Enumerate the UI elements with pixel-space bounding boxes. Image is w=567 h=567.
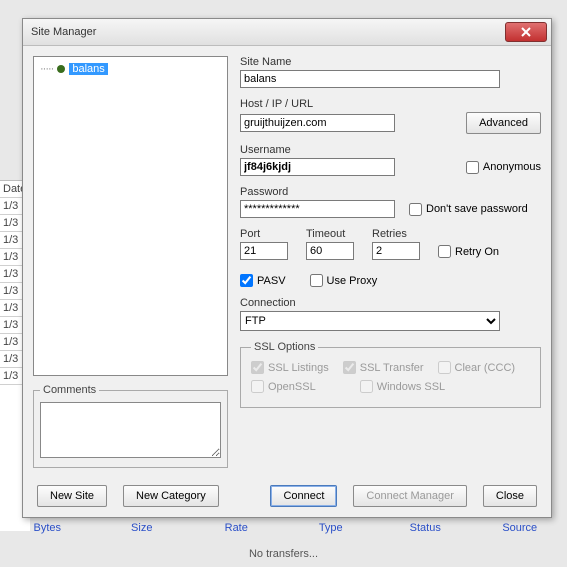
pasv-checkbox[interactable]: PASV [240,274,286,287]
retries-label: Retries [372,228,420,240]
ssl-listings-checkbox: SSL Listings [251,361,329,374]
username-label: Username [240,144,541,156]
site-name-label: Site Name [240,56,541,68]
password-input[interactable] [240,200,395,218]
titlebar[interactable]: Site Manager [23,19,551,46]
connect-manager-button: Connect Manager [353,485,466,507]
dont-save-password-checkbox[interactable]: Don't save password [409,203,528,216]
timeout-input[interactable] [306,242,354,260]
username-input[interactable] [240,158,395,176]
comments-input[interactable] [40,402,221,458]
close-button[interactable]: Close [483,485,537,507]
dialog-footer: New Site New Category Connect Connect Ma… [23,475,551,517]
advanced-button[interactable]: Advanced [466,112,541,134]
comments-legend: Comments [40,384,99,396]
site-manager-dialog: Site Manager ····· balans Comments [22,18,552,518]
port-label: Port [240,228,288,240]
host-label: Host / IP / URL [240,98,541,110]
retry-on-checkbox[interactable]: Retry On [438,245,499,258]
window-title: Site Manager [31,26,505,38]
tree-item-balans[interactable]: ····· balans [40,63,221,75]
ssl-transfer-checkbox: SSL Transfer [343,361,424,374]
bg-status-text: No transfers... [0,548,567,560]
connect-button[interactable]: Connect [270,485,337,507]
tree-item-label: balans [69,63,107,75]
openssl-checkbox: OpenSSL [251,380,316,393]
use-proxy-checkbox[interactable]: Use Proxy [310,274,378,287]
connection-label: Connection [240,297,541,309]
site-tree[interactable]: ····· balans [33,56,228,376]
anonymous-checkbox[interactable]: Anonymous [466,161,541,174]
ssl-options-group: SSL Options SSL Listings SSL Transfer Cl… [240,341,541,408]
bg-columns: Bytes Size Rate Type Status Source [0,522,567,540]
new-site-button[interactable]: New Site [37,485,107,507]
clear-ccc-checkbox: Clear (CCC) [438,361,516,374]
ssl-options-legend: SSL Options [251,341,318,353]
tree-branch-icon: ····· [40,63,53,75]
password-label: Password [240,186,541,198]
site-bullet-icon [57,65,65,73]
retries-input[interactable] [372,242,420,260]
close-icon[interactable] [505,22,547,42]
new-category-button[interactable]: New Category [123,485,219,507]
connection-select[interactable]: FTP [240,311,500,331]
windows-ssl-checkbox: Windows SSL [360,380,445,393]
comments-group: Comments [33,384,228,468]
port-input[interactable] [240,242,288,260]
host-input[interactable] [240,114,395,132]
site-name-input[interactable] [240,70,500,88]
timeout-label: Timeout [306,228,354,240]
